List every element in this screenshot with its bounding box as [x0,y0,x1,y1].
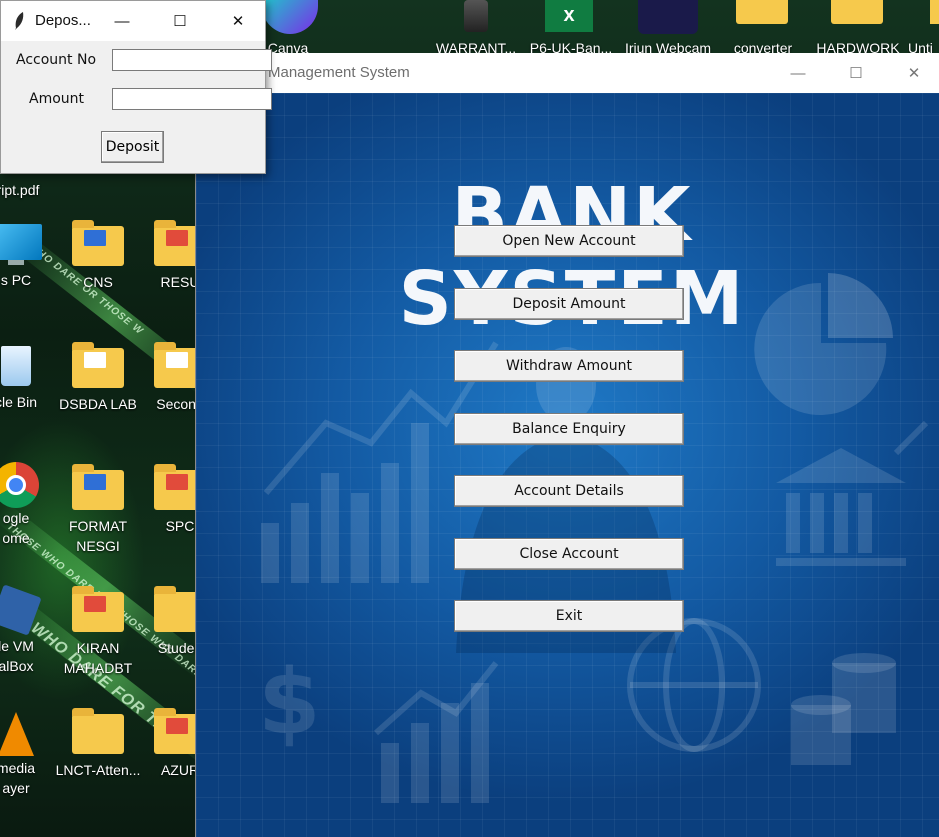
chrome-icon [0,462,42,508]
dialog-titlebar[interactable]: Depos... — ☐ ✕ [1,1,265,41]
monitor-icon [0,224,42,265]
feather-icon [15,12,24,30]
desktop-shortcut-cns[interactable]: CNS [52,220,144,292]
icon-label: MAHADBT [63,660,133,676]
dialog-maximize-button[interactable]: ☐ [155,1,205,41]
account-details-button[interactable]: Account Details [454,475,684,507]
folder-icon [72,708,124,754]
folder-icon [72,220,124,266]
account-no-label: Account No [16,52,97,68]
dialog-close-button[interactable]: ✕ [213,1,263,41]
icon-label: DSBDA LAB [59,396,137,412]
folder-icon [72,586,124,632]
icon-label: KIRAN [76,640,120,656]
dialog-title: Depos... [35,12,91,29]
balance-enquiry-button[interactable]: Balance Enquiry [454,413,684,445]
deposit-dialog: Depos... — ☐ ✕ Account No Amount Deposit [0,0,272,174]
icon-label: ayer [2,780,30,796]
close-icon: ✕ [231,13,245,30]
account-no-input[interactable] [112,49,272,71]
minimize-icon: — [790,64,806,82]
bank-building-icon [776,448,906,483]
recycle-bin-icon [0,346,42,386]
bank-management-window: Management System — ☐ ✕ $ BANK Open New … [195,53,939,837]
window-titlebar[interactable]: Management System — ☐ ✕ [196,53,939,93]
folder-icon[interactable] [930,0,939,24]
icon-label: AZUR [160,762,200,778]
folder-icon[interactable] [831,0,883,24]
virtualbox-icon [0,584,42,636]
dollar-icon: $ [258,650,321,755]
dialog-minimize-button[interactable]: — [97,1,147,41]
icon-label: s PC [0,272,32,288]
maximize-button[interactable]: ☐ [827,53,885,93]
amount-input[interactable] [112,88,272,110]
icon-label: LNCT-Atten... [55,762,141,778]
icon-label: CNS [83,274,113,290]
desktop-shortcut-format-nesgi[interactable]: FORMAT NESGI [52,464,144,556]
icon-label: ript.pdf [0,182,40,198]
desktop-shortcut-dsbda-lab[interactable]: DSBDA LAB [52,342,144,414]
desktop-shortcut-kiran-mahadbt[interactable]: KIRAN MAHADBT [52,586,144,678]
maximize-icon: ☐ [849,65,863,82]
withdraw-amount-button[interactable]: Withdraw Amount [454,350,684,382]
desktop-shortcut-script-pdf[interactable]: ript.pdf [0,180,64,200]
deposit-button[interactable]: Deposit [101,131,164,163]
desktop-shortcut-lnct-attendance[interactable]: LNCT-Atten... [52,708,144,780]
icon-label: RESU [160,274,200,290]
close-button[interactable]: ✕ [885,53,939,93]
icon-label: NESGI [76,538,120,554]
window-title: Management System [268,64,410,81]
iriun-webcam-icon[interactable] [638,0,698,34]
icon-label: FORMAT [68,518,128,534]
folder-icon [72,464,124,510]
folder-icon[interactable] [736,0,788,24]
canva-icon[interactable] [262,0,318,34]
amount-label: Amount [29,91,85,107]
minimize-button[interactable]: — [769,53,827,93]
icon-label: cle Bin [0,394,38,410]
icon-label: SPC [165,518,195,534]
file-icon[interactable] [464,0,488,32]
maximize-icon: ☐ [173,13,187,30]
close-icon: ✕ [907,65,921,82]
folder-icon [72,342,124,388]
minimize-icon: — [114,12,130,30]
excel-icon[interactable]: x [545,0,593,32]
exit-button[interactable]: Exit [454,600,684,632]
bank-background-canvas: $ BANK SYSTEM Open New Account Deposit A… [196,93,939,837]
close-account-button[interactable]: Close Account [454,538,684,570]
deposit-amount-button[interactable]: Deposit Amount [454,288,684,320]
open-new-account-button[interactable]: Open New Account [454,225,684,257]
vlc-icon [0,712,42,756]
